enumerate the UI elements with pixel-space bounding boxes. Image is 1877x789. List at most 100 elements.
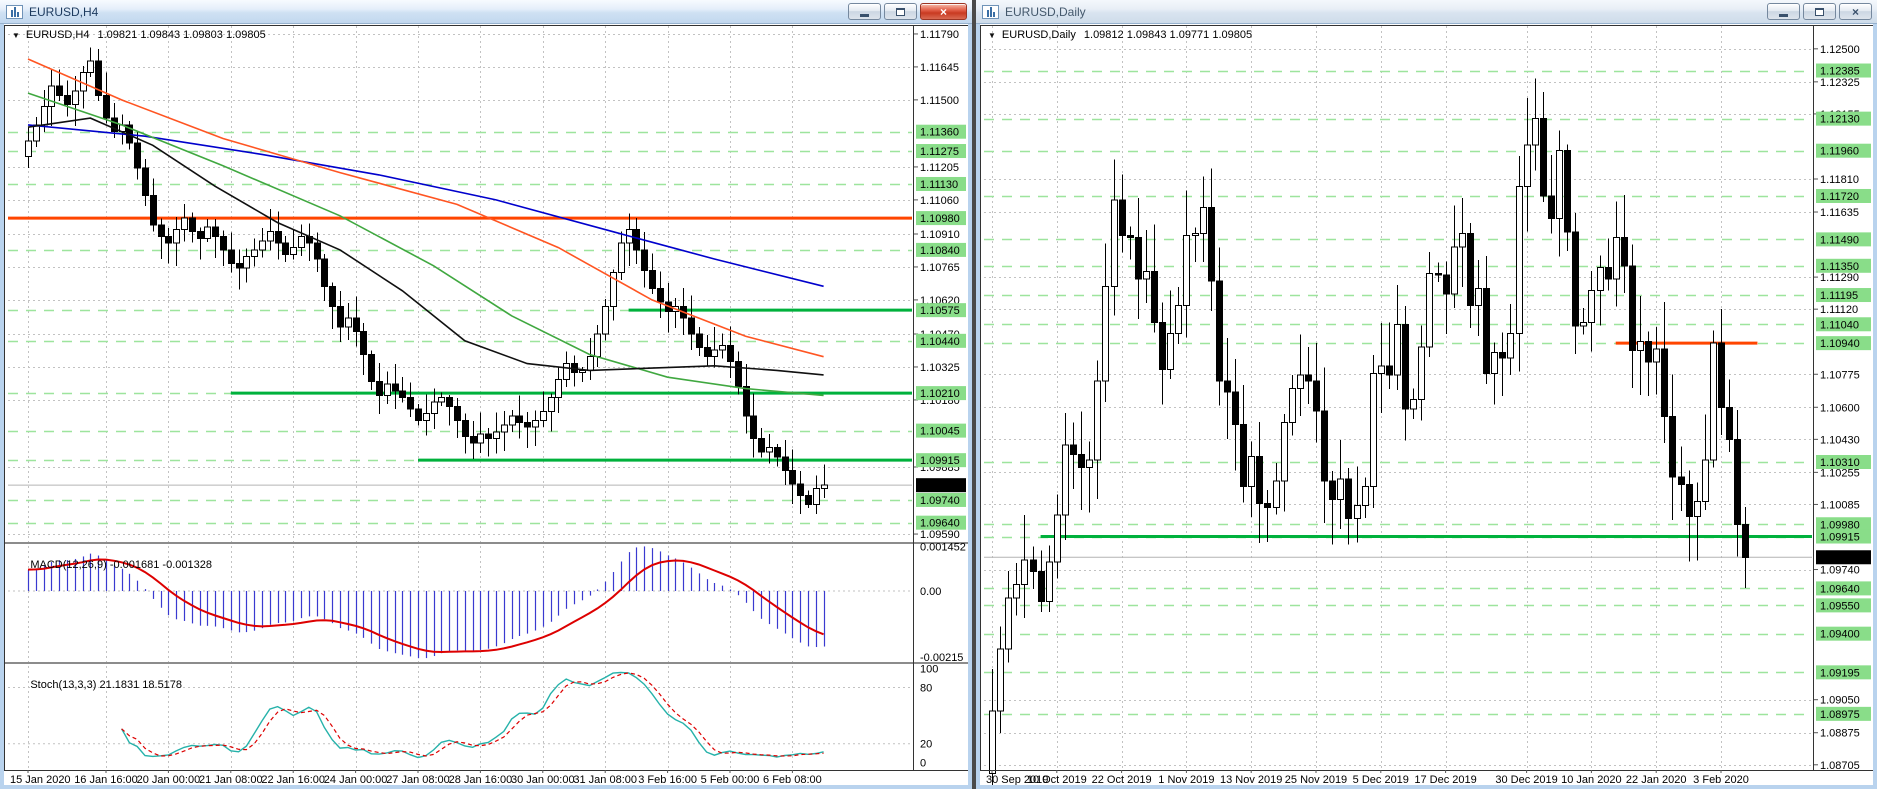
chart-window-icon <box>6 4 23 19</box>
grid <box>8 26 912 770</box>
chart-window-daily[interactable]: EURUSD,Daily × 1.125001.123251.121551.11… <box>976 0 1877 789</box>
svg-text:20: 20 <box>920 739 932 751</box>
svg-text:1.12500: 1.12500 <box>1820 44 1860 56</box>
svg-text:1.10210: 1.10210 <box>920 388 960 400</box>
svg-text:1.10255: 1.10255 <box>1820 467 1860 479</box>
candles <box>989 78 1749 785</box>
svg-text:1.11205: 1.11205 <box>920 162 959 174</box>
svg-text:0.001452: 0.001452 <box>920 541 966 553</box>
svg-text:1.10575: 1.10575 <box>920 305 960 317</box>
svg-text:1.11290: 1.11290 <box>1820 272 1859 284</box>
svg-text:27 Jan 08:00: 27 Jan 08:00 <box>386 774 450 785</box>
titlebar-h4[interactable]: EURUSD,H4 × <box>0 0 972 24</box>
window-title: EURUSD,Daily <box>1005 4 1086 19</box>
window-controls: × <box>1767 3 1872 20</box>
macd-name: MACD(12,26,9) <box>30 559 107 571</box>
mdi-desktop: { "icons": { "dropdown": "▼", "close": "… <box>0 0 1877 789</box>
minimize-button[interactable] <box>848 3 881 20</box>
grid <box>984 26 1812 770</box>
svg-text:10 Jan 2020: 10 Jan 2020 <box>1561 774 1622 785</box>
svg-text:1.09640: 1.09640 <box>920 518 960 530</box>
daily-chart-canvas[interactable]: 1.125001.123251.121551.118101.116351.112… <box>980 24 1873 785</box>
svg-text:6 Feb 08:00: 6 Feb 08:00 <box>763 774 822 785</box>
svg-text:24 Jan 00:00: 24 Jan 00:00 <box>324 774 388 785</box>
svg-text:1.10085: 1.10085 <box>1820 499 1860 511</box>
price-scale[interactable]: 1.125001.123251.121551.118101.116351.112… <box>1814 44 1871 772</box>
chart-legend: ▼ EURUSD,H4 1.09821 1.09843 1.09803 1.0980… <box>12 29 266 41</box>
minimize-button[interactable] <box>1767 3 1800 20</box>
svg-text:1.09805: 1.09805 <box>1820 552 1860 564</box>
svg-text:0.00: 0.00 <box>920 586 941 598</box>
candles <box>25 47 828 515</box>
svg-text:3 Feb 2020: 3 Feb 2020 <box>1693 774 1749 785</box>
restore-icon <box>896 7 905 16</box>
svg-text:80: 80 <box>920 682 932 694</box>
time-axis[interactable]: 15 Jan 2020 16 Jan 16:0020 Jan 00:0021 Ja… <box>10 770 822 785</box>
legend-symbol: EURUSD,H4 <box>25 29 90 41</box>
svg-text:1.11060: 1.11060 <box>920 195 959 207</box>
svg-text:1.09550: 1.09550 <box>1820 600 1860 612</box>
stoch-name: Stoch(13,3,3) <box>30 679 97 691</box>
svg-text:10 Oct 2019: 10 Oct 2019 <box>1027 774 1087 785</box>
svg-text:1.10765: 1.10765 <box>920 262 960 274</box>
svg-text:1.10980: 1.10980 <box>920 213 960 225</box>
chart-area-h4[interactable]: 0.001452 0.00 -0.00215 100 80 20 0 1.11790 1.116… <box>4 24 968 785</box>
window-controls: × <box>848 3 967 20</box>
svg-text:1.09980: 1.09980 <box>1820 519 1860 531</box>
stoch-main-line <box>120 671 824 759</box>
svg-text:1.11960: 1.11960 <box>1820 146 1859 158</box>
pane-borders <box>980 25 1873 771</box>
symbol-dropdown-icon[interactable]: ▼ <box>988 31 996 40</box>
ma-orange <box>27 58 824 358</box>
svg-text:1.09590: 1.09590 <box>920 529 960 541</box>
window-title: EURUSD,H4 <box>29 4 99 19</box>
svg-text:1.11040: 1.11040 <box>1820 319 1859 331</box>
legend-ohlc: 1.09812 1.09843 1.09771 1.09805 <box>1083 29 1253 41</box>
svg-text:15 Jan 2020: 15 Jan 2020 <box>10 774 71 785</box>
svg-text:30 Jan 00:00: 30 Jan 00:00 <box>511 774 575 785</box>
legend-symbol: EURUSD,Daily <box>1001 29 1076 41</box>
svg-text:1.11720: 1.11720 <box>1820 191 1859 203</box>
svg-text:31 Jan 08:00: 31 Jan 08:00 <box>573 774 637 785</box>
macd-values: -0.001681 -0.001328 <box>109 559 212 571</box>
restore-button[interactable] <box>1803 3 1836 20</box>
restore-icon <box>1815 7 1824 16</box>
svg-text:1.10600: 1.10600 <box>1820 402 1860 414</box>
svg-text:1.10310: 1.10310 <box>1820 457 1860 469</box>
close-icon: × <box>939 4 947 19</box>
svg-text:1.11195: 1.11195 <box>1820 290 1858 302</box>
svg-text:30 Dec 2019: 30 Dec 2019 <box>1495 774 1557 785</box>
titlebar-daily[interactable]: EURUSD,Daily × <box>976 0 1877 24</box>
chart-window-h4[interactable]: EURUSD,H4 × 0.001452 0.00 -0.00215 100 80 20 0… <box>0 0 972 789</box>
chart-area-daily[interactable]: 1.125001.123251.121551.118101.116351.112… <box>980 24 1873 785</box>
svg-text:22 Jan 16:00: 22 Jan 16:00 <box>261 774 325 785</box>
stoch-values: 21.1831 18.5178 <box>99 679 183 691</box>
time-axis[interactable]: 30 Sep 201910 Oct 2019 22 Oct 2019 1 Nov 2… <box>986 770 1749 785</box>
svg-text:1.11810: 1.11810 <box>1820 174 1859 186</box>
svg-text:1.11500: 1.11500 <box>920 95 959 107</box>
chart-window-icon <box>982 4 999 19</box>
svg-text:1.11360: 1.11360 <box>920 127 959 139</box>
svg-text:1.08975: 1.08975 <box>1820 709 1860 721</box>
svg-text:1.09050: 1.09050 <box>1820 695 1860 707</box>
svg-text:1.11130: 1.11130 <box>920 179 958 191</box>
close-icon: × <box>1851 4 1859 19</box>
svg-text:5 Feb 00:00: 5 Feb 00:00 <box>701 774 760 785</box>
svg-text:1.10440: 1.10440 <box>920 336 960 348</box>
svg-text:1.10775: 1.10775 <box>1820 369 1860 381</box>
restore-button[interactable] <box>884 3 917 20</box>
svg-text:1.11645: 1.11645 <box>920 62 959 74</box>
svg-text:1.10840: 1.10840 <box>920 245 960 257</box>
svg-text:17 Dec 2019: 17 Dec 2019 <box>1414 774 1476 785</box>
close-button[interactable]: × <box>920 3 967 20</box>
macd-label: MACD(12,26,9) -0.001681 -0.001328 <box>12 547 212 583</box>
svg-text:22 Jan 2020: 22 Jan 2020 <box>1626 774 1687 785</box>
svg-text:13 Nov 2019: 13 Nov 2019 <box>1220 774 1282 785</box>
svg-text:25 Nov 2019: 25 Nov 2019 <box>1285 774 1347 785</box>
svg-text:1.11275: 1.11275 <box>920 146 959 158</box>
close-button[interactable]: × <box>1839 3 1872 20</box>
symbol-dropdown-icon[interactable]: ▼ <box>12 31 20 40</box>
chart-legend: ▼ EURUSD,Daily 1.09812 1.09843 1.09771 1.0… <box>988 29 1252 41</box>
svg-text:1.12325: 1.12325 <box>1820 77 1860 89</box>
price-scale[interactable]: 0.001452 0.00 -0.00215100 80 20 0 1.11790 1.116… <box>914 29 966 769</box>
